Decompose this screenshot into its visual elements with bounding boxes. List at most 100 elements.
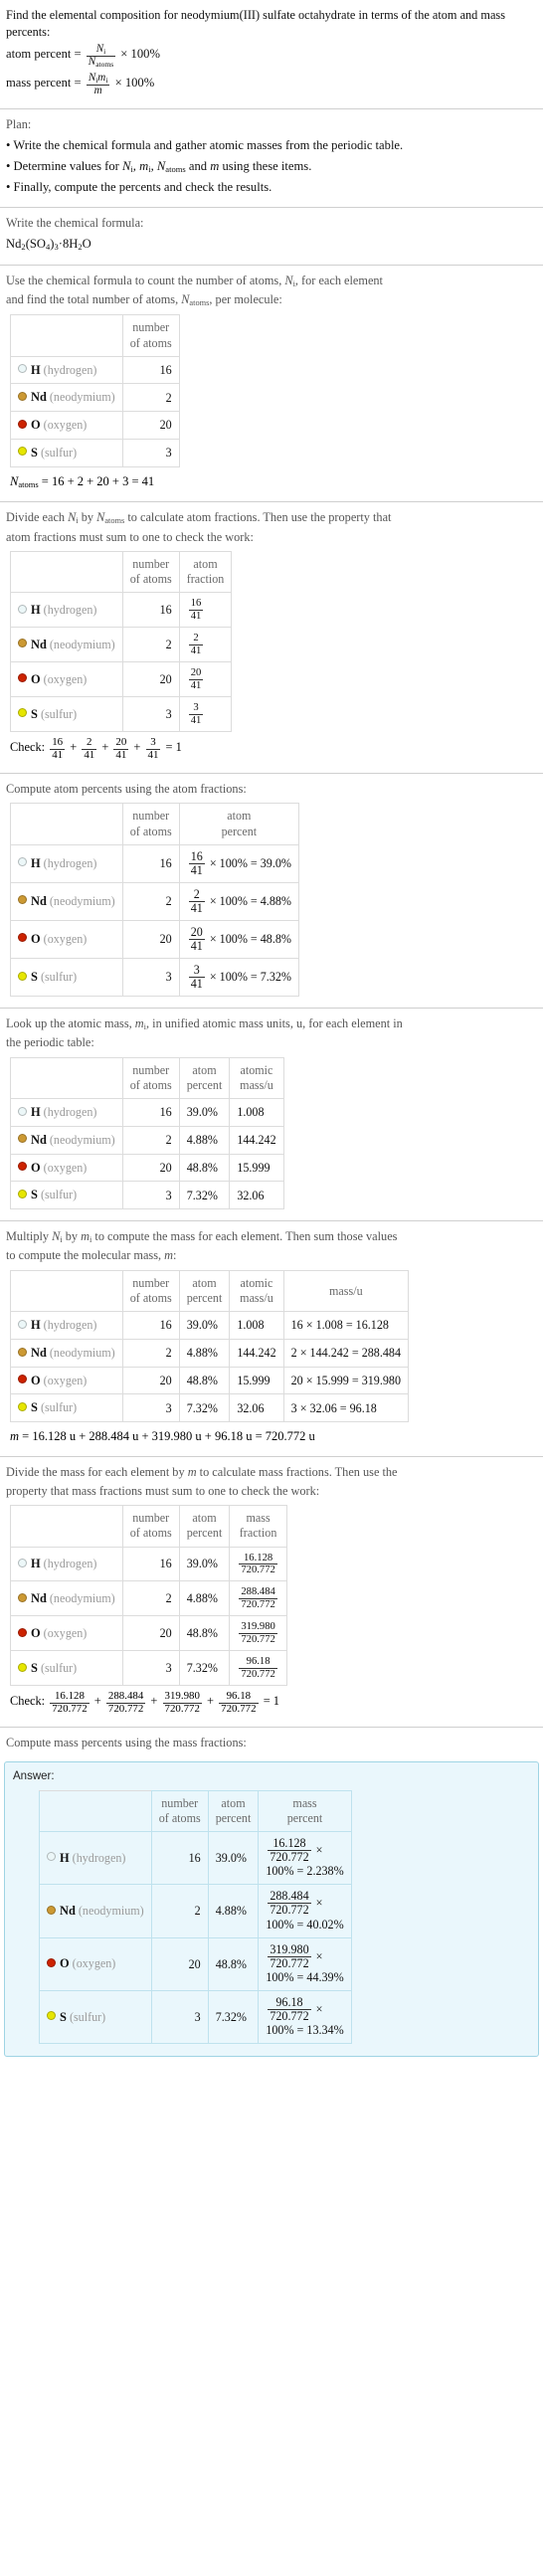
fraction-denominator: 41 bbox=[52, 749, 64, 762]
fraction: 20 41 bbox=[188, 667, 204, 691]
table-row: O (oxygen) 20 48.8% 15.999 20 × 15.999 = 319… bbox=[10, 1366, 410, 1395]
atomic-mass-prompt-1: Look up the atomic mass, mi, in unified … bbox=[6, 1016, 403, 1032]
element-color-dot bbox=[18, 1106, 27, 1116]
fraction: 16.128 720.772 bbox=[239, 1553, 277, 1576]
mass-expression: 3 × 32.06 = 96.18 bbox=[282, 1393, 410, 1423]
fraction-denominator: 720.772 bbox=[270, 1955, 309, 1970]
mass-fraction-section: Divide the mass for each element by m to… bbox=[0, 1457, 543, 1727]
fraction-denominator: 41 bbox=[190, 679, 202, 691]
solution-page: Find the elemental composition for neody… bbox=[0, 0, 543, 2058]
atom-percent-value: 39.0% bbox=[178, 1098, 231, 1127]
element-symbol: O bbox=[31, 1373, 41, 1387]
mass-table: number of atoms atom percent atomic mass… bbox=[10, 1270, 410, 1423]
table-header-row: number of atoms atom percent atomic mass… bbox=[10, 1270, 410, 1313]
atom-percent-expression: 2 41 × 100% = 4.88% bbox=[178, 881, 300, 921]
element-name: (oxygen) bbox=[43, 418, 88, 433]
table-header-row: number of atoms atom percent mass fracti… bbox=[10, 1505, 287, 1548]
fraction-denominator: 41 bbox=[84, 749, 95, 762]
header-line1: number bbox=[161, 1796, 199, 1811]
mass-fraction-rows: H (hydrogen) 16 39.0% 16.128 720.772 Nd (neod… bbox=[10, 1546, 287, 1687]
fraction: 288.484 720.772 bbox=[268, 1890, 311, 1917]
element-name: (hydrogen) bbox=[43, 603, 97, 618]
atom-count-value: 2 bbox=[121, 627, 180, 663]
table-row: S (sulfur) 3 3 41 bbox=[10, 696, 233, 733]
header-line1: atom bbox=[192, 1511, 217, 1526]
element-color-dot bbox=[18, 1592, 27, 1602]
atom-count-value: 2 bbox=[121, 1339, 180, 1368]
atom-count-value: 2 bbox=[121, 1125, 180, 1155]
atom-percent-value: 4.88% bbox=[207, 1884, 260, 1938]
header-number-of-atoms: number of atoms bbox=[121, 1056, 180, 1100]
element-symbol: H bbox=[31, 1557, 41, 1571]
element-name: (hydrogen) bbox=[72, 1850, 126, 1865]
header-line1: atom bbox=[192, 1276, 217, 1291]
mass-fraction-prompt-2: property that mass fractions must sum to… bbox=[6, 1483, 320, 1498]
fraction: 2 41 bbox=[188, 633, 204, 656]
table-row: H (hydrogen) 16 39.0% 1.008 16 × 1.008 = 16.… bbox=[10, 1311, 410, 1341]
atom-percent-expression: 20 41 × 100% = 48.8% bbox=[178, 919, 300, 959]
mass-percent-expression: 319.980 720.772 × 100% = 44.39% bbox=[258, 1936, 352, 1991]
element-symbol: S bbox=[31, 706, 38, 721]
element-symbol: H bbox=[31, 603, 41, 618]
fraction-denominator: 41 bbox=[190, 900, 203, 915]
fraction: 319.980 720.772 bbox=[162, 1691, 202, 1716]
atom-fraction-prompt-2: atom fractions must sum to one to check … bbox=[6, 529, 254, 544]
table-row: Nd (neodymium) 2 bbox=[10, 383, 180, 413]
check-label: Check: bbox=[10, 740, 46, 755]
header-line2: percent bbox=[186, 1526, 223, 1541]
header-atom-percent: atom percent bbox=[178, 1270, 231, 1313]
element-name: (hydrogen) bbox=[43, 1557, 97, 1571]
table-row: Nd (neodymium) 2 2 41 bbox=[10, 627, 233, 663]
atom-percent-value: 7.32% bbox=[178, 1393, 231, 1423]
fraction: 3 41 bbox=[145, 736, 161, 762]
fraction-denominator: 720.772 bbox=[107, 1703, 144, 1716]
mass-percent-expression: 16.128 720.772 × 100% = 2.238% bbox=[258, 1831, 352, 1886]
header-atom-fraction: atom fraction bbox=[178, 551, 233, 594]
atom-percent-expression: 3 41 × 100% = 7.32% bbox=[178, 957, 300, 998]
atomic-mass-value: 1.008 bbox=[229, 1098, 284, 1127]
atomic-mass-value: 1.008 bbox=[229, 1311, 284, 1341]
atom-count-value: 20 bbox=[121, 411, 180, 440]
check-expression: 16 41 + 2 41 + 20 41 + 3 41 = 1 bbox=[50, 736, 182, 762]
fraction-denominator: 720.772 bbox=[241, 1633, 275, 1645]
header-line1: atom bbox=[221, 1796, 246, 1811]
table-row: S (sulfur) 3 bbox=[10, 438, 180, 467]
element-color-dot bbox=[18, 391, 27, 401]
header-line2: percent bbox=[186, 1078, 223, 1093]
element-name: (oxygen) bbox=[43, 1626, 88, 1641]
element-cell: Nd (neodymium) bbox=[39, 1884, 152, 1938]
element-name: (oxygen) bbox=[43, 931, 88, 946]
element-cell: Nd (neodymium) bbox=[10, 881, 123, 921]
fraction-denominator: 41 bbox=[147, 749, 159, 762]
atom-count-value: 20 bbox=[150, 1936, 209, 1991]
atom-percent-prompt: Compute atom percents using the atom fra… bbox=[6, 781, 247, 796]
element-symbol: Nd bbox=[31, 1591, 47, 1606]
fraction: 16 41 bbox=[50, 736, 66, 762]
mass-fraction-value: 96.18 720.772 bbox=[229, 1650, 287, 1687]
header-line2: fraction bbox=[239, 1526, 277, 1541]
mass-section: Multiply Ni by mi to compute the mass fo… bbox=[0, 1221, 543, 1456]
table-row: Nd (neodymium) 2 4.88% 144.242 bbox=[10, 1125, 284, 1155]
header-line1: number bbox=[132, 557, 170, 572]
mass-fraction-value: 16.128 720.772 bbox=[229, 1546, 287, 1582]
answer-box: Answer: number of atoms atom percent mas… bbox=[4, 1760, 539, 2058]
element-color-dot bbox=[18, 639, 27, 648]
element-name: (sulfur) bbox=[40, 706, 78, 721]
table-row: O (oxygen) 20 bbox=[10, 411, 180, 440]
mass-percent-expression: 288.484 720.772 × 100% = 40.02% bbox=[258, 1884, 352, 1938]
element-color-dot bbox=[18, 1662, 27, 1672]
fraction-numerator: 16 bbox=[188, 598, 204, 611]
atom-percent-value: 4.88% bbox=[178, 1339, 231, 1368]
header-line2: of atoms bbox=[129, 824, 172, 838]
header-line2: percent bbox=[186, 1291, 223, 1306]
fraction-numerator: 3 bbox=[188, 702, 204, 715]
element-cell: S (sulfur) bbox=[10, 696, 123, 733]
element-cell: H (hydrogen) bbox=[10, 1311, 123, 1341]
element-color-dot bbox=[18, 673, 27, 683]
header-number-of-atoms: number of atoms bbox=[121, 803, 180, 845]
element-symbol: Nd bbox=[31, 1132, 47, 1147]
plan-bullet-1: • Write the chemical formula and gather … bbox=[6, 137, 404, 152]
element-color-dot bbox=[18, 1347, 27, 1357]
header-line2: of atoms bbox=[129, 1526, 172, 1541]
header-line2: of atoms bbox=[129, 1291, 172, 1306]
